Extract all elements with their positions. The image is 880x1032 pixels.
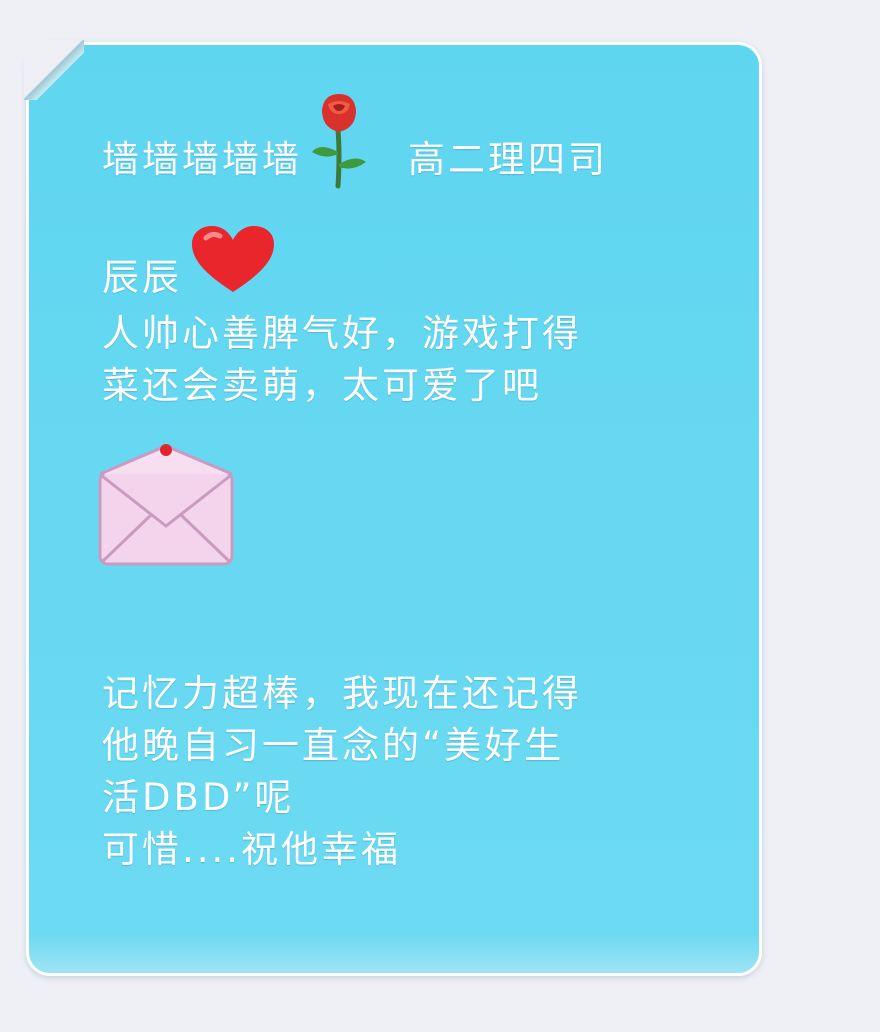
paragraph-2-line: 记忆力超棒，我现在还记得 — [102, 672, 582, 715]
message-content: 墙墙墙墙墙 高二理四司 辰辰 人帅心善脾气好，游戏打得 菜还会卖萌，太可爱了吧 … — [98, 94, 702, 876]
paragraph-2-line: 可惜....祝他幸福 — [102, 828, 402, 871]
line2-name: 辰辰 — [102, 256, 182, 299]
paragraph-1-line: 菜还会卖萌，太可爱了吧 — [102, 364, 542, 407]
message-line-1: 墙墙墙墙墙 高二理四司 — [102, 94, 702, 190]
bubble-corner-fold — [24, 40, 84, 100]
line1-prefix: 墙墙墙墙墙 — [102, 138, 302, 181]
red-heart-icon — [182, 224, 276, 304]
love-letter-icon — [98, 442, 702, 568]
line1-suffix: 高二理四司 — [408, 138, 608, 181]
paragraph-2-line: 活DBD”呢 — [102, 776, 295, 819]
paragraph-1: 人帅心善脾气好，游戏打得 菜还会卖萌，太可爱了吧 — [102, 308, 702, 412]
message-bubble: 墙墙墙墙墙 高二理四司 辰辰 人帅心善脾气好，游戏打得 菜还会卖萌，太可爱了吧 … — [24, 40, 762, 976]
paragraph-2: 记忆力超棒，我现在还记得 他晚自习一直念的“美好生 活DBD”呢 可惜....祝… — [102, 668, 702, 876]
paragraph-1-line: 人帅心善脾气好，游戏打得 — [102, 312, 582, 355]
message-line-2: 辰辰 — [102, 224, 702, 304]
rose-icon — [302, 94, 378, 190]
paragraph-2-line: 他晚自习一直念的“美好生 — [102, 724, 565, 767]
